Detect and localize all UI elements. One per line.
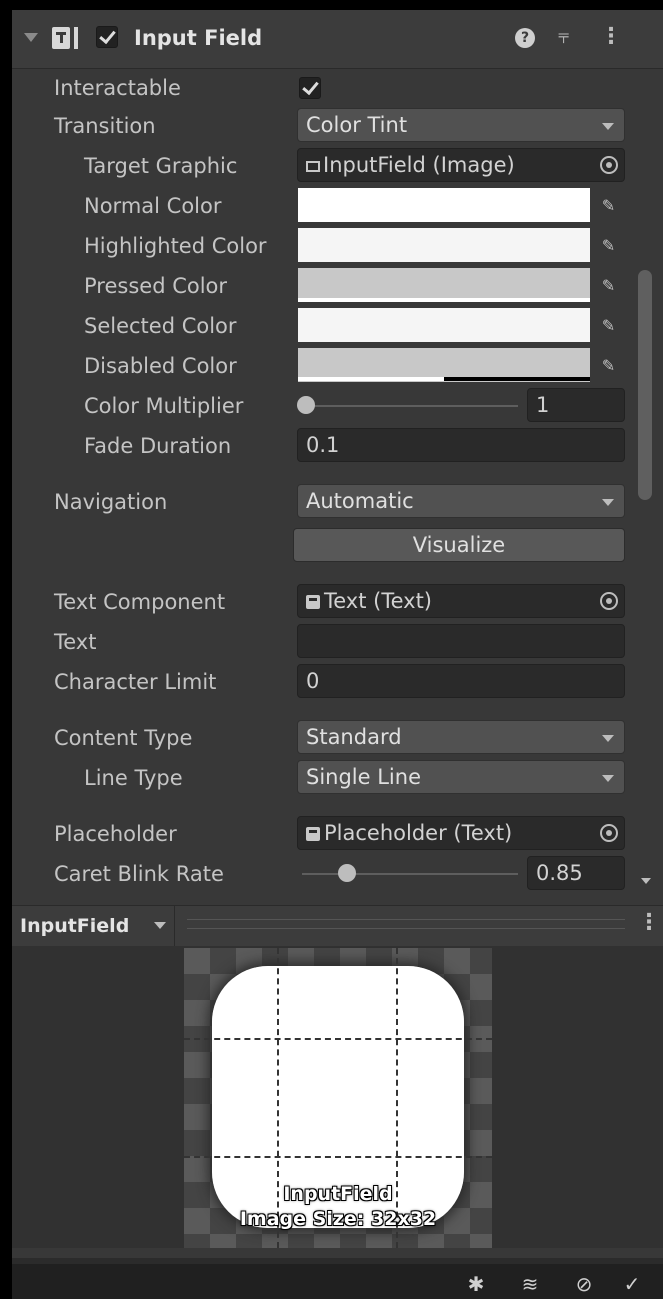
line-type-label: Line Type: [84, 766, 183, 790]
text-icon: [306, 595, 320, 609]
preview-drag-handle[interactable]: [187, 919, 625, 929]
target-graphic-value: InputField (Image): [323, 153, 515, 177]
visualize-button[interactable]: Visualize: [293, 528, 625, 562]
component-menu-icon[interactable]: ⋮: [600, 24, 622, 49]
content-type-dropdown[interactable]: Standard: [297, 720, 625, 754]
help-icon[interactable]: ?: [515, 28, 535, 48]
eyedropper-icon[interactable]: ✎: [592, 228, 625, 262]
check-circle-icon[interactable]: ✓: [620, 1272, 644, 1296]
scroll-down-arrow-icon[interactable]: [641, 878, 651, 884]
selected-color-swatch[interactable]: [298, 308, 590, 342]
visibility-icon[interactable]: ⊘: [572, 1272, 596, 1296]
content-type-label: Content Type: [54, 726, 193, 750]
character-limit-input[interactable]: 0: [297, 664, 625, 698]
text-label: Text: [54, 630, 97, 654]
pressed-color-label: Pressed Color: [84, 274, 228, 298]
disabled-color-alpha-bar: [298, 377, 444, 381]
text-icon: [306, 827, 320, 841]
line-type-dropdown[interactable]: Single Line: [297, 760, 625, 794]
transition-label: Transition: [54, 114, 156, 138]
disabled-color-label: Disabled Color: [84, 354, 237, 378]
slice-guide: [184, 1038, 492, 1040]
preview-header: InputField ⋮: [12, 905, 663, 947]
component-enabled-checkbox[interactable]: [96, 26, 118, 48]
text-input[interactable]: [297, 624, 625, 658]
input-field-component-icon: [52, 27, 70, 49]
transition-dropdown[interactable]: Color Tint: [297, 108, 625, 142]
preview-area: InputField Image Size: 32x32: [12, 946, 663, 1248]
caret-blink-rate-handle[interactable]: [338, 864, 356, 882]
character-limit-label: Character Limit: [54, 670, 217, 694]
normal-color-label: Normal Color: [84, 194, 222, 218]
eyedropper-icon[interactable]: ✎: [592, 348, 625, 382]
chevron-down-icon: [602, 775, 614, 782]
preset-icon[interactable]: ⫧: [558, 24, 569, 48]
placeholder-label: Placeholder: [54, 822, 177, 846]
preview-title: InputField: [20, 915, 130, 937]
object-picker-icon[interactable]: [600, 824, 618, 842]
interactable-label: Interactable: [54, 76, 181, 100]
chevron-down-icon: [602, 123, 614, 130]
normal-color-swatch[interactable]: [298, 188, 590, 222]
eyedropper-icon[interactable]: ✎: [592, 268, 625, 302]
transition-value: Color Tint: [306, 113, 408, 137]
preview-image-name: InputField: [283, 1183, 393, 1205]
pressed-color-alpha-bar: [298, 298, 590, 302]
color-multiplier-input[interactable]: 1: [527, 388, 625, 422]
eyedropper-icon[interactable]: ✎: [592, 308, 625, 342]
chevron-down-icon: [602, 499, 614, 506]
input-field-component-icon-bar: [74, 27, 78, 49]
caret-blink-rate-track[interactable]: [302, 873, 518, 875]
preview-title-dropdown[interactable]: InputField: [12, 906, 175, 946]
debug-icon[interactable]: ✱: [464, 1272, 488, 1296]
inspector-panel: Input Field ? ⫧ ⋮ Interactable Transitio…: [12, 10, 663, 1299]
object-picker-icon[interactable]: [600, 592, 618, 610]
highlighted-color-swatch[interactable]: [298, 228, 590, 262]
fade-duration-label: Fade Duration: [84, 434, 232, 458]
target-graphic-label: Target Graphic: [84, 154, 238, 178]
selected-color-label: Selected Color: [84, 314, 237, 338]
chevron-down-icon: [602, 735, 614, 742]
caret-blink-rate-input[interactable]: 0.85: [527, 856, 625, 890]
placeholder-field[interactable]: Placeholder (Text): [297, 816, 625, 850]
fade-duration-input[interactable]: 0.1: [297, 428, 625, 462]
foldout-arrow-icon[interactable]: [24, 33, 38, 42]
color-multiplier-track[interactable]: [302, 405, 518, 407]
target-graphic-field[interactable]: InputField (Image): [297, 148, 625, 182]
component-title: Input Field: [134, 26, 263, 50]
highlighted-color-label: Highlighted Color: [84, 234, 267, 258]
color-multiplier-handle[interactable]: [297, 396, 315, 414]
status-bar: ✱ ≋ ⊘ ✓: [12, 1258, 663, 1299]
preview-menu-icon[interactable]: ⋮: [638, 910, 660, 935]
chevron-down-icon: [154, 922, 166, 929]
object-picker-icon[interactable]: [600, 156, 618, 174]
interactable-checkbox[interactable]: [299, 77, 321, 99]
preview-image-size: Image Size: 32x32: [239, 1208, 437, 1230]
navigation-label: Navigation: [54, 490, 168, 514]
text-component-label: Text Component: [54, 590, 226, 614]
color-multiplier-label: Color Multiplier: [84, 394, 244, 418]
slice-guide: [184, 1156, 492, 1158]
disabled-color-alpha-bar-empty: [444, 377, 590, 381]
component-header[interactable]: Input Field ? ⫧ ⋮: [12, 10, 663, 69]
image-icon: [306, 161, 320, 172]
text-component-field[interactable]: Text (Text): [297, 584, 625, 618]
inspector-scrollbar[interactable]: [638, 270, 652, 500]
pressed-color-swatch[interactable]: [298, 268, 590, 302]
caret-blink-rate-label: Caret Blink Rate: [54, 862, 224, 886]
layers-icon[interactable]: ≋: [518, 1272, 542, 1296]
eyedropper-icon[interactable]: ✎: [592, 188, 625, 222]
navigation-dropdown[interactable]: Automatic: [297, 484, 625, 518]
